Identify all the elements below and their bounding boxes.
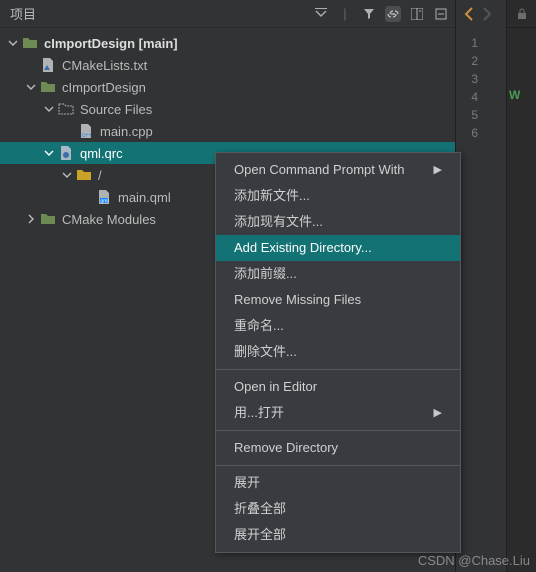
menu-expand-all[interactable]: 展开全部 (216, 522, 460, 548)
project-folder-icon (40, 211, 56, 227)
tree-label: cImportDesign (62, 80, 146, 95)
menu-label: Remove Missing Files (234, 287, 361, 313)
menu-delete-file[interactable]: 删除文件... (216, 339, 460, 365)
line-numbers: 1 2 3 4 5 6 (456, 28, 506, 142)
line-number: 4 (456, 88, 486, 106)
menu-separator (216, 369, 460, 370)
menu-label: 展开 (234, 470, 260, 496)
menu-label: 重命名... (234, 313, 284, 339)
project-folder-icon (40, 79, 56, 95)
svg-text:c++: c++ (82, 133, 93, 139)
tree-row-root[interactable]: cImportDesign [main] (0, 32, 455, 54)
chevron-right-icon: ▶ (434, 400, 442, 426)
chevron-down-icon[interactable] (42, 102, 56, 116)
tree-label: / (98, 168, 102, 183)
tree-label: Source Files (80, 102, 152, 117)
cmake-file-icon (40, 57, 56, 73)
menu-remove-directory[interactable]: Remove Directory (216, 435, 460, 461)
line-number: 6 (456, 124, 486, 142)
tree-label: CMake Modules (62, 212, 156, 227)
split-icon[interactable] (409, 6, 425, 22)
panel-title: 项目 (10, 4, 36, 23)
chevron-down-icon[interactable] (6, 36, 20, 50)
project-folder-icon (22, 35, 38, 51)
chevron-down-icon[interactable] (42, 146, 56, 160)
menu-add-new-file[interactable]: 添加新文件... (216, 183, 460, 209)
menu-open-command-prompt[interactable]: Open Command Prompt With ▶ (216, 157, 460, 183)
menu-open-in-editor[interactable]: Open in Editor (216, 374, 460, 400)
tree-row-subproject[interactable]: cImportDesign (0, 76, 455, 98)
code-marker: W (507, 88, 536, 106)
line-number: 3 (456, 70, 486, 88)
line-number: 5 (456, 106, 486, 124)
menu-label: 折叠全部 (234, 496, 286, 522)
menu-label: 删除文件... (234, 339, 297, 365)
chevron-right-icon: ▶ (434, 157, 442, 183)
context-menu: Open Command Prompt With ▶ 添加新文件... 添加现有… (215, 152, 461, 553)
filter-icon[interactable] (361, 6, 377, 22)
menu-remove-missing[interactable]: Remove Missing Files (216, 287, 460, 313)
chevron-right-icon[interactable] (24, 212, 38, 226)
menu-label: 添加前缀... (234, 261, 297, 287)
menu-add-prefix[interactable]: 添加前缀... (216, 261, 460, 287)
tree-label: main.qml (118, 190, 171, 205)
tree-row-sourcefiles[interactable]: Source Files (0, 98, 455, 120)
tree-label: CMakeLists.txt (62, 58, 147, 73)
chevron-down-icon[interactable] (60, 168, 74, 182)
lock-icon (516, 8, 528, 20)
menu-open-with[interactable]: 用...打开 ▶ (216, 400, 460, 426)
menu-add-existing-directory[interactable]: Add Existing Directory... (216, 235, 460, 261)
menu-separator (216, 430, 460, 431)
folder-icon (76, 167, 92, 183)
menu-label: 添加现有文件... (234, 209, 323, 235)
svg-text:qml: qml (101, 199, 109, 205)
tree-label: qml.qrc (80, 146, 123, 161)
menu-label: 添加新文件... (234, 183, 310, 209)
line-number: 2 (456, 52, 486, 70)
nav-back-icon[interactable] (464, 7, 474, 21)
cpp-file-icon: c++ (78, 123, 94, 139)
nav-forward-icon (482, 7, 492, 21)
menu-label: Open Command Prompt With (234, 157, 405, 183)
menu-label: 展开全部 (234, 522, 286, 548)
menu-rename[interactable]: 重命名... (216, 313, 460, 339)
tree-label: cImportDesign [main] (44, 36, 178, 51)
virtual-folder-icon (58, 101, 74, 117)
editor-area: 1 2 3 4 5 6 W (456, 0, 536, 572)
menu-expand[interactable]: 展开 (216, 470, 460, 496)
collapse-icon[interactable] (433, 6, 449, 22)
menu-collapse-all[interactable]: 折叠全部 (216, 496, 460, 522)
tree-row-maincpp[interactable]: c++ main.cpp (0, 120, 455, 142)
menu-label: Add Existing Directory... (234, 235, 372, 261)
tree-label: main.cpp (100, 124, 153, 139)
menu-add-existing-file[interactable]: 添加现有文件... (216, 209, 460, 235)
panel-header: 项目 | (0, 0, 455, 28)
divider-icon: | (337, 6, 353, 22)
qml-file-icon: qml (96, 189, 112, 205)
code-area[interactable]: W (506, 0, 536, 572)
chevron-down-icon[interactable] (24, 80, 38, 94)
qrc-file-icon (58, 145, 74, 161)
select-icon[interactable] (313, 6, 329, 22)
line-number: 1 (456, 34, 486, 52)
link-icon[interactable] (385, 6, 401, 22)
menu-separator (216, 465, 460, 466)
menu-label: Remove Directory (234, 435, 338, 461)
menu-label: Open in Editor (234, 374, 317, 400)
menu-label: 用...打开 (234, 400, 284, 426)
tree-row-cmakelists[interactable]: CMakeLists.txt (0, 54, 455, 76)
watermark: CSDN @Chase.Liu (418, 553, 530, 568)
